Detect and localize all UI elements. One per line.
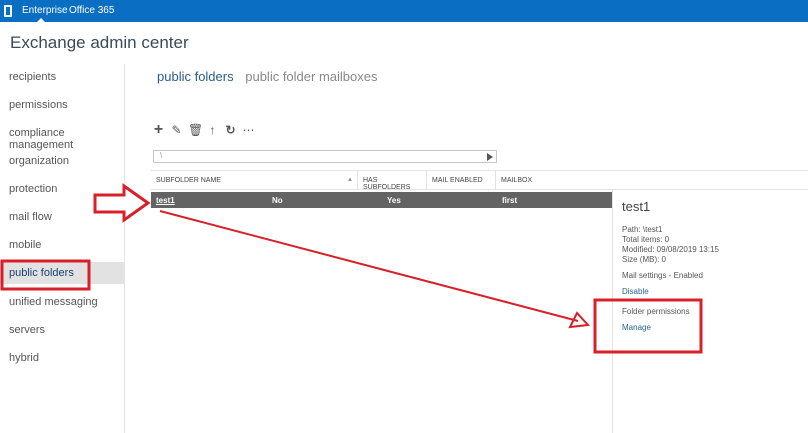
annotation-overlay [0,183,703,354]
highlight-box-public-folders [0,259,91,291]
arrowhead-icon [568,311,591,329]
arrow-line [159,210,579,322]
arrow-right-icon [93,183,151,223]
highlight-box-folder-permissions [593,298,703,354]
